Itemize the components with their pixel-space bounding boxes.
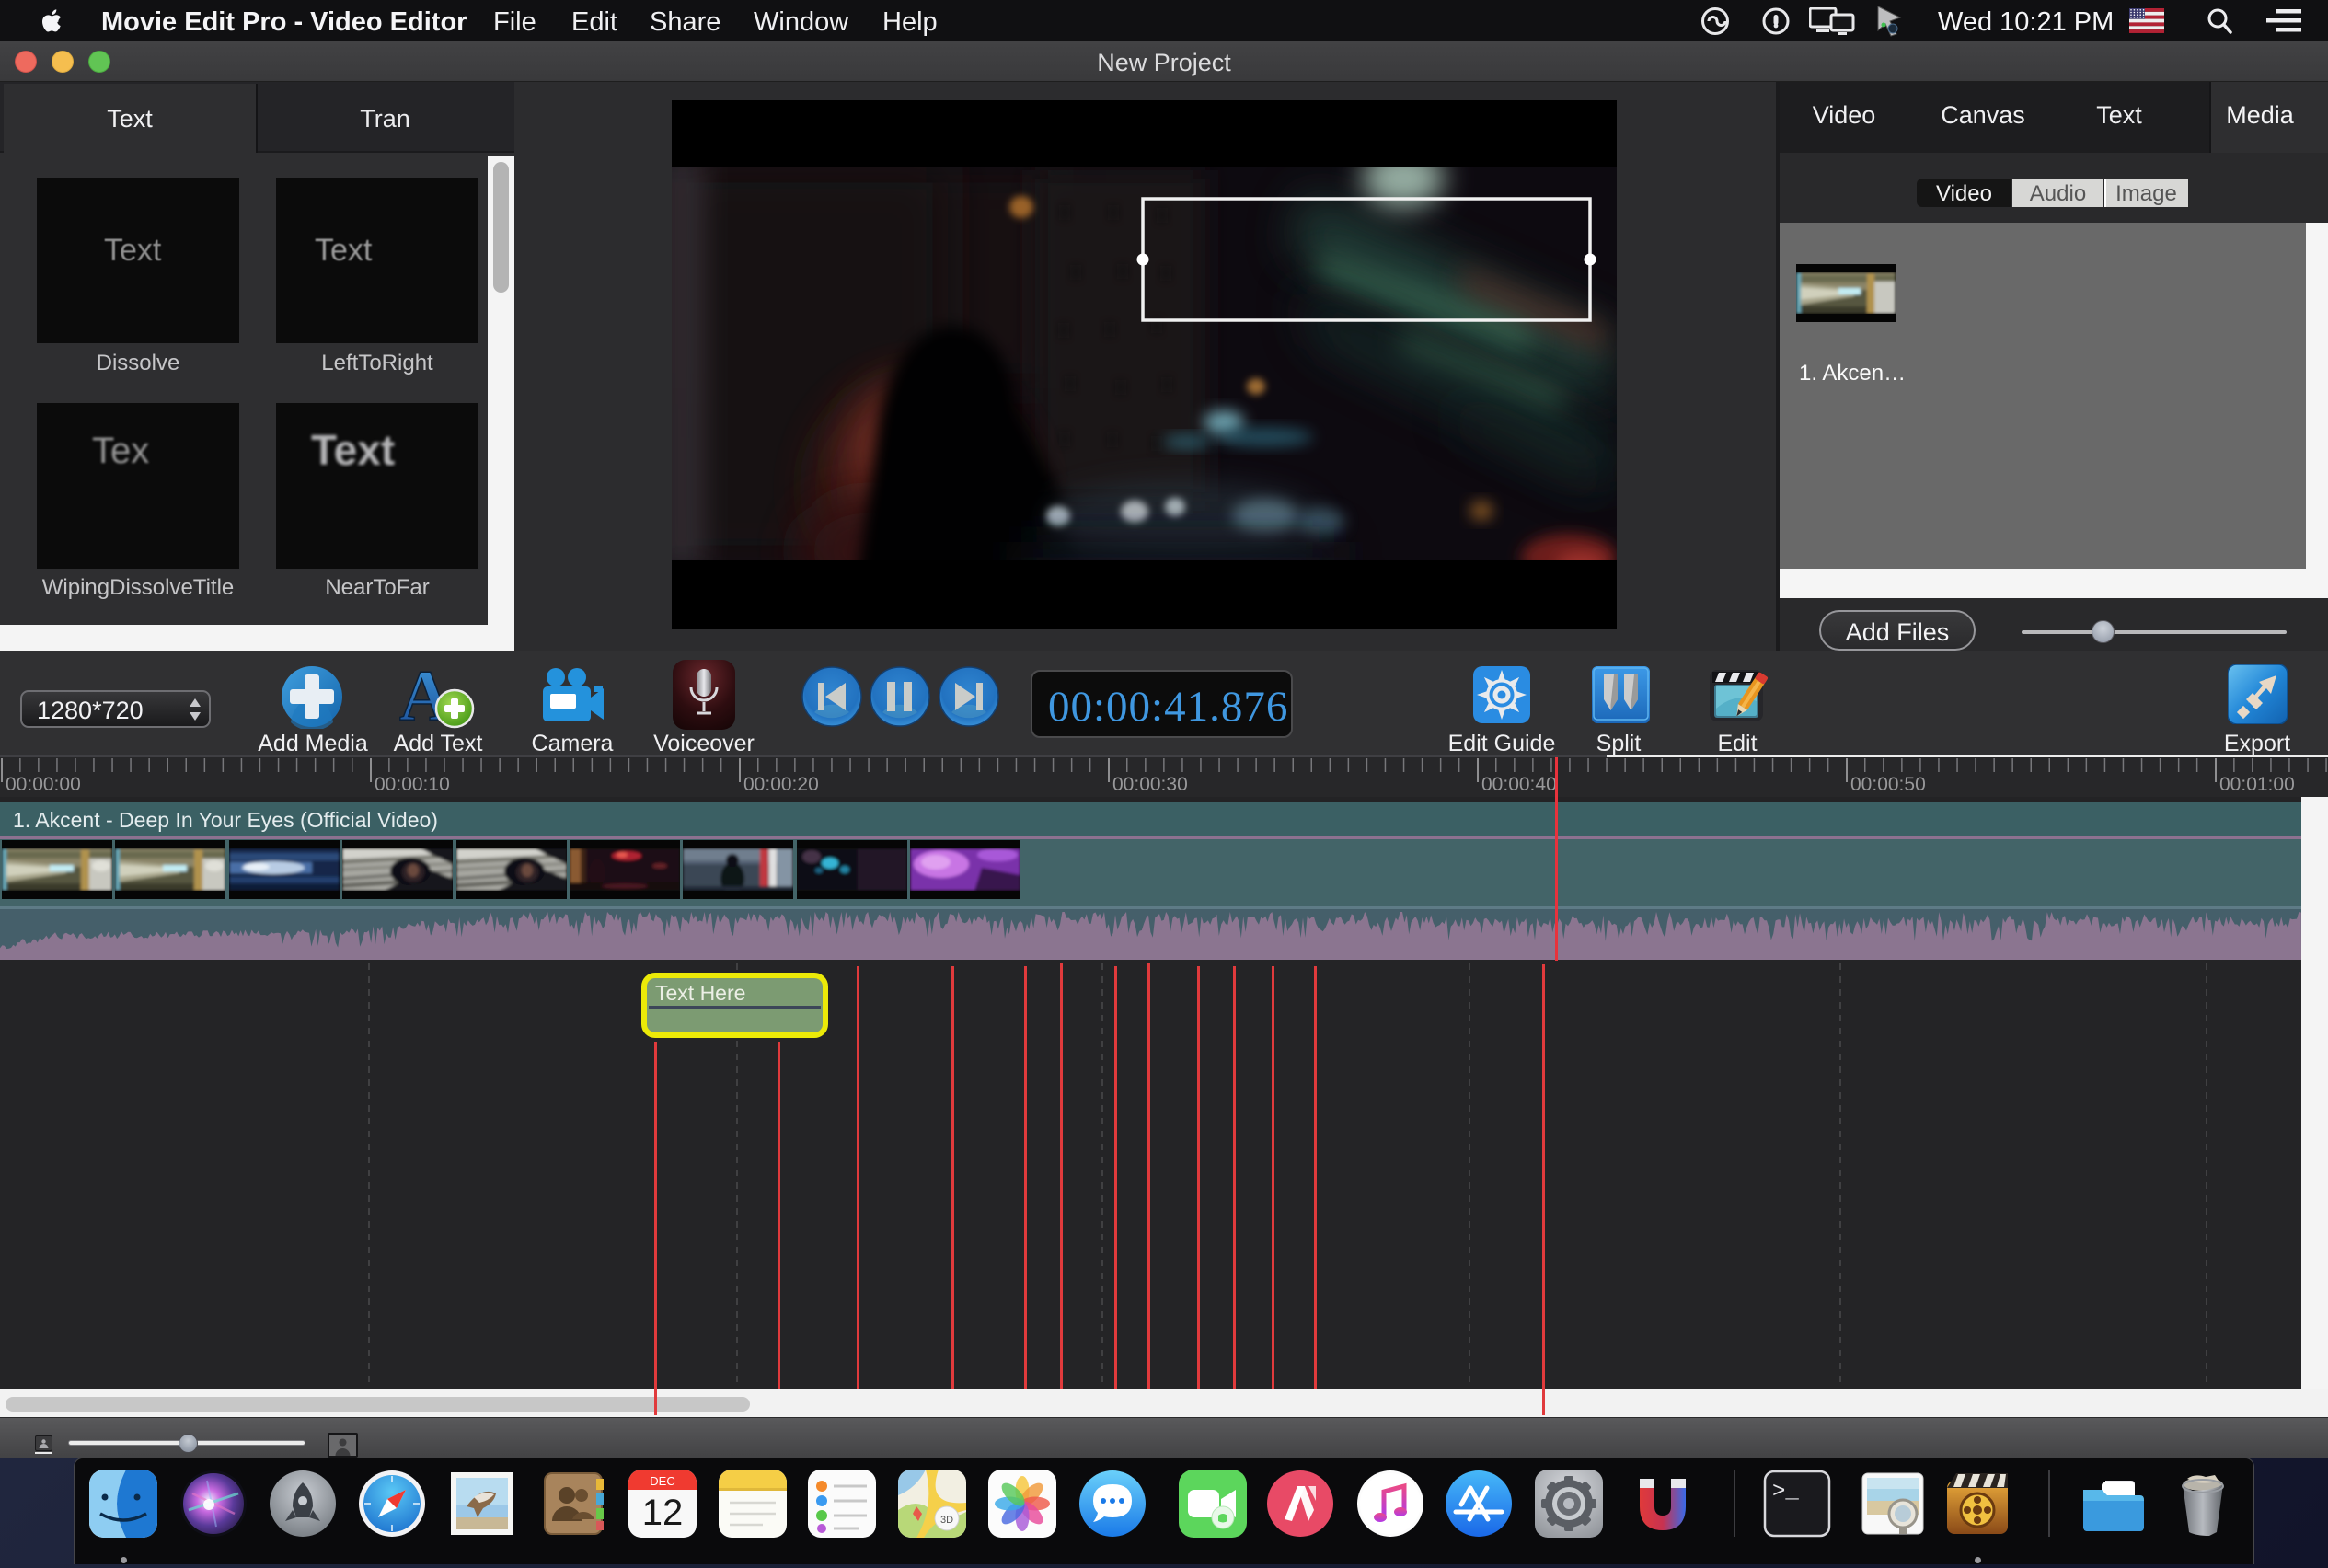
svg-text:3D: 3D <box>940 1515 953 1526</box>
svg-text:DEC: DEC <box>650 1474 674 1488</box>
svg-text:12: 12 <box>642 1493 684 1533</box>
svg-text:>_: >_ <box>1772 1480 1799 1505</box>
